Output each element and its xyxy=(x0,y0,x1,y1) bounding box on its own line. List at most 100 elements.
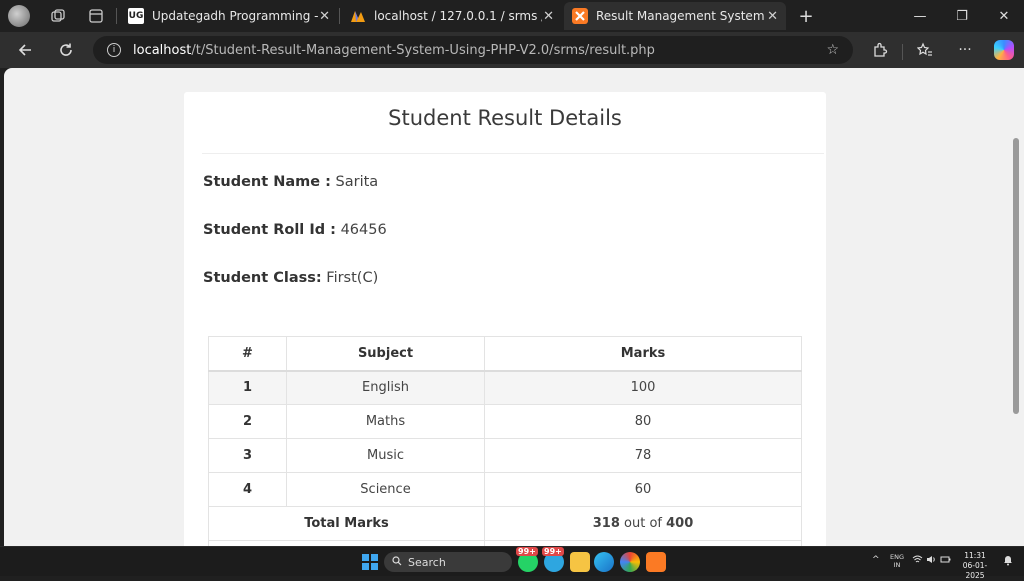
window-close-button[interactable]: ✕ xyxy=(982,0,1024,32)
total-label: Total Marks xyxy=(208,506,485,541)
row-number: 3 xyxy=(208,438,287,473)
student-name-field: Student Name : Sarita xyxy=(203,174,378,190)
tab-phpmyadmin[interactable]: localhost / 127.0.0.1 / srms / adm ✕ xyxy=(342,2,562,30)
tab-title: Result Management System xyxy=(596,9,765,23)
student-class-field: Student Class: First(C) xyxy=(203,270,378,286)
telegram-icon[interactable]: 99+ xyxy=(542,547,564,572)
windows-taskbar: Search 99+ 99+ ^ ENG IN 11:31 06-01-2025 xyxy=(0,546,1024,580)
info-icon[interactable]: i xyxy=(107,43,121,57)
close-icon[interactable]: ✕ xyxy=(319,9,330,24)
restore-button[interactable]: ❐ xyxy=(940,0,984,32)
result-card: Student Result Details Student Name : Sa… xyxy=(184,92,826,546)
row-number: 2 xyxy=(208,404,287,439)
field-label: Student Class: xyxy=(203,270,322,286)
tab-title: localhost / 127.0.0.1 / srms / adm xyxy=(374,9,542,23)
clock[interactable]: 11:31 06-01-2025 xyxy=(955,551,995,581)
copilot-icon[interactable] xyxy=(994,40,1014,60)
field-label: Student Roll Id : xyxy=(203,222,336,238)
xampp-taskbar-icon[interactable] xyxy=(646,552,666,572)
updategadh-favicon: UG xyxy=(128,8,144,24)
new-tab-button[interactable]: + xyxy=(796,4,816,28)
favorites-icon[interactable] xyxy=(912,37,938,63)
table-row: 4 Science 60 xyxy=(208,472,802,507)
volume-icon[interactable] xyxy=(926,555,937,567)
student-name-value: Sarita xyxy=(335,174,379,190)
student-class-value: First(C) xyxy=(326,270,379,286)
refresh-icon xyxy=(60,43,72,56)
search-label: Search xyxy=(408,555,446,569)
region-label: IN xyxy=(893,561,901,569)
lang-label: ENG xyxy=(889,553,904,561)
student-roll-value: 46456 xyxy=(340,222,387,238)
arrow-left-icon xyxy=(18,44,31,56)
windows-start-icon[interactable] xyxy=(362,554,378,570)
table-row: 1 English 100 xyxy=(208,370,802,405)
url-host: localhost xyxy=(133,42,192,58)
col-header-subject: Subject xyxy=(286,336,485,371)
refresh-button[interactable] xyxy=(53,37,79,63)
vertical-tabs-icon[interactable] xyxy=(80,0,112,32)
col-header-number: # xyxy=(208,336,287,371)
url-path: /t/Student-Result-Management-System-Usin… xyxy=(191,42,655,58)
favorite-star-icon[interactable]: ☆ xyxy=(826,42,839,58)
profile-avatar[interactable] xyxy=(8,5,30,27)
divider xyxy=(202,153,824,154)
row-subject: Science xyxy=(286,472,485,507)
row-subject: Maths xyxy=(286,404,485,439)
taskbar-search[interactable]: Search xyxy=(384,552,512,572)
page-title: Student Result Details xyxy=(388,106,622,130)
notification-badge: 99+ xyxy=(542,547,564,556)
total-out-of: out of xyxy=(624,516,662,531)
notification-badge: 99+ xyxy=(516,547,538,556)
toolbar-separator xyxy=(902,44,903,60)
chevron-up-icon[interactable]: ^ xyxy=(872,555,880,565)
close-icon[interactable]: ✕ xyxy=(543,9,554,24)
language-indicator[interactable]: ENG IN xyxy=(888,553,906,569)
tab-title: Updategadh Programming - Upd xyxy=(152,9,318,23)
tab-separator xyxy=(116,8,117,24)
col-header-marks: Marks xyxy=(484,336,802,371)
file-explorer-icon[interactable] xyxy=(570,552,590,572)
close-icon[interactable]: ✕ xyxy=(767,9,778,24)
phpmyadmin-icon xyxy=(350,8,366,24)
wifi-icon[interactable] xyxy=(912,555,923,567)
row-marks: 60 xyxy=(484,472,802,507)
browser-tab-bar: UG Updategadh Programming - Upd ✕ localh… xyxy=(0,0,1024,32)
table-row: 3 Music 78 xyxy=(208,438,802,473)
table-header-row: # Subject Marks xyxy=(208,336,802,371)
row-marks: 100 xyxy=(484,370,802,405)
row-number: 4 xyxy=(208,472,287,507)
clock-date: 06-01-2025 xyxy=(962,561,988,580)
total-row: Total Marks 318 out of 400 xyxy=(208,506,802,541)
page-viewport: Student Result Details Student Name : Sa… xyxy=(4,68,1009,546)
page-scrollbar[interactable] xyxy=(1009,68,1024,546)
scrollbar-thumb[interactable] xyxy=(1013,138,1019,414)
battery-icon[interactable] xyxy=(940,555,951,567)
whatsapp-icon[interactable]: 99+ xyxy=(516,547,538,572)
row-number: 1 xyxy=(208,370,287,405)
minimize-button[interactable]: — xyxy=(898,0,942,32)
workspaces-icon[interactable] xyxy=(42,0,74,32)
row-marks: 78 xyxy=(484,438,802,473)
chrome-icon[interactable] xyxy=(620,552,640,572)
extensions-icon[interactable] xyxy=(867,37,893,63)
row-subject: Music xyxy=(286,438,485,473)
address-bar[interactable]: i localhost/t/Student-Result-Management-… xyxy=(93,36,853,64)
more-menu-icon[interactable]: ··· xyxy=(952,37,978,63)
total-max: 400 xyxy=(666,516,694,531)
back-button[interactable] xyxy=(12,37,38,63)
row-subject: English xyxy=(286,370,485,405)
clock-time: 11:31 xyxy=(964,551,986,560)
tab-updategadh[interactable]: UG Updategadh Programming - Upd ✕ xyxy=(120,2,338,30)
tab-separator xyxy=(339,8,340,24)
total-obtained: 318 xyxy=(592,516,620,531)
xampp-icon xyxy=(572,8,588,24)
tab-result-management[interactable]: Result Management System ✕ xyxy=(564,2,786,30)
student-roll-field: Student Roll Id : 46456 xyxy=(203,222,387,238)
results-table: # Subject Marks 1 English 100 2 Maths 80… xyxy=(208,336,802,546)
edge-icon[interactable] xyxy=(594,552,614,572)
search-icon xyxy=(392,555,402,569)
field-label: Student Name : xyxy=(203,174,331,190)
notifications-icon[interactable] xyxy=(1002,554,1014,569)
table-row: 2 Maths 80 xyxy=(208,404,802,439)
